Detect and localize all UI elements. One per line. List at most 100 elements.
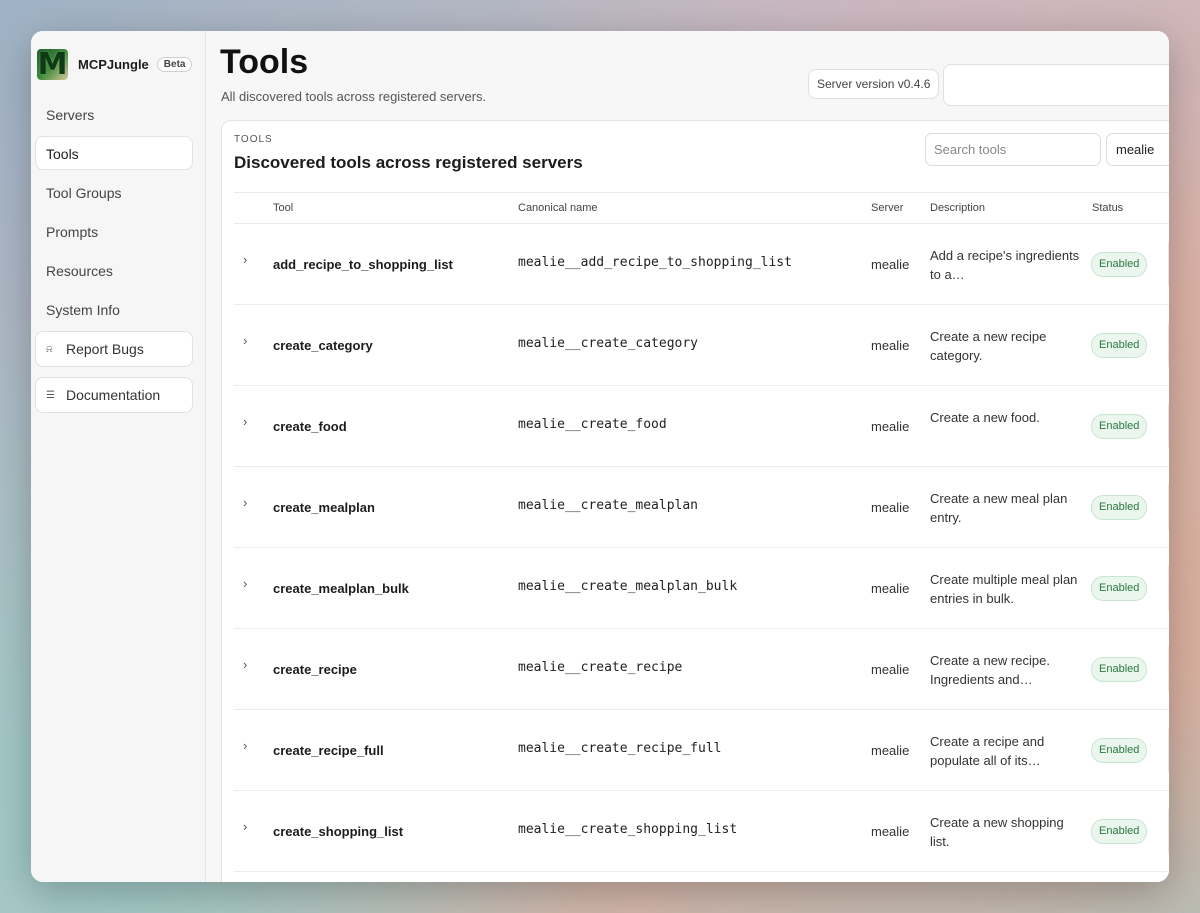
canonical-name: mealie__create_mealplan_bulk: [518, 579, 738, 594]
canonical-name: mealie__create_category: [518, 336, 699, 351]
status-badge: Enabled: [1091, 738, 1148, 763]
canonical-name: mealie__create_recipe: [518, 660, 683, 675]
row-action-button[interactable]: [1168, 724, 1169, 776]
tool-description: Create a new recipe. Ingredients and…: [930, 653, 1050, 687]
sidebar-item-system-info[interactable]: System Info: [35, 292, 193, 326]
page-title: Tools: [220, 43, 309, 81]
row-action-button[interactable]: [1168, 400, 1169, 452]
sidebar: M MCPJungle Beta Servers Tools Tool Groups…: [31, 31, 206, 882]
tool-name: create_food: [273, 419, 347, 434]
sidebar-item-tools[interactable]: Tools: [35, 136, 193, 170]
card-title: Discovered tools across registered serve…: [234, 153, 583, 172]
sidebar-nav: Servers Tools Tool Groups Prompts Resources S…: [35, 97, 193, 326]
column-server[interactable]: Server: [871, 202, 903, 214]
status-badge: Enabled: [1091, 576, 1148, 601]
status-badge: Enabled: [1091, 495, 1148, 520]
tool-name: add_recipe_to_shopping_list: [273, 257, 453, 272]
server-name: mealie: [871, 257, 910, 272]
canonical-name: mealie__create_mealplan: [518, 498, 699, 513]
chevron-right-icon[interactable]: ›: [243, 819, 247, 834]
sidebar-item-servers[interactable]: Servers: [35, 97, 193, 131]
table-row[interactable]: › create_food mealie__create_food mealie Cre…: [234, 386, 1169, 467]
sidebar-item-prompts[interactable]: Prompts: [35, 214, 193, 248]
status-badge: Enabled: [1091, 252, 1148, 277]
server-name: mealie: [871, 743, 910, 758]
main-content: Tools All discovered tools across regist…: [206, 31, 1169, 882]
tool-name: create_shopping_list: [273, 824, 404, 839]
row-action-button[interactable]: [1168, 481, 1169, 533]
sidebar-item-tool-groups[interactable]: Tool Groups: [35, 175, 193, 209]
table-row[interactable]: › create_recipe mealie__create_recipe meali…: [234, 629, 1169, 710]
row-action-button[interactable]: [1168, 805, 1169, 857]
column-tool[interactable]: Tool: [273, 202, 293, 214]
page-subtitle: All discovered tools across registered s…: [221, 89, 487, 104]
tool-description: Create a new food.: [930, 410, 1040, 425]
status-badge: Enabled: [1091, 333, 1148, 358]
search-input[interactable]: [925, 133, 1101, 166]
sidebar-links: ⍾ Report Bugs ☰ Documentation: [35, 331, 193, 413]
column-status[interactable]: Status: [1092, 202, 1123, 214]
canonical-name: mealie__create_recipe_full: [518, 741, 722, 756]
canonical-name: mealie__create_food: [518, 417, 667, 432]
status-badge: Enabled: [1091, 414, 1148, 439]
server-name: mealie: [871, 419, 910, 434]
table-row[interactable]: › create_mealplan mealie__create_mealplan m…: [234, 467, 1169, 548]
chevron-right-icon[interactable]: ›: [243, 333, 247, 348]
table-header: Tool Canonical name Server Description S…: [234, 192, 1169, 224]
beta-badge: Beta: [156, 56, 193, 72]
tool-description: Create a new meal plan entry.: [930, 491, 1068, 525]
status-badge: Enabled: [1091, 657, 1148, 682]
tool-description: Create multiple meal plan entries in bul…: [930, 572, 1078, 606]
sidebar-link-documentation[interactable]: ☰ Documentation: [35, 377, 193, 413]
tool-description: Create a recipe and populate all of its…: [930, 734, 1045, 768]
row-action-button[interactable]: [1168, 319, 1169, 371]
chevron-right-icon[interactable]: ›: [243, 252, 247, 267]
server-version-badge: Server version v0.4.6: [808, 69, 940, 99]
tool-description: Create a new shopping list.: [930, 815, 1064, 849]
logo-icon: M: [37, 48, 68, 80]
server-name: mealie: [871, 338, 910, 353]
tool-description: Add a recipe's ingredients to a…: [930, 248, 1080, 282]
status-badge: Enabled: [1091, 819, 1148, 844]
server-name: mealie: [871, 662, 910, 677]
tool-name: create_mealplan_bulk: [273, 581, 409, 596]
tool-name: create_recipe_full: [273, 743, 384, 758]
server-name: mealie: [871, 581, 910, 596]
server-name: mealie: [871, 824, 910, 839]
table-row[interactable]: › create_shopping_list mealie__create_shop…: [234, 791, 1169, 872]
tool-description: Create a new recipe category.: [930, 329, 1047, 363]
column-description[interactable]: Description: [930, 202, 985, 214]
row-action-button[interactable]: [1168, 238, 1169, 290]
app-name: MCPJungle: [78, 56, 149, 72]
table-row[interactable]: › create_recipe_full mealie__create_recipe…: [234, 710, 1169, 791]
header-input[interactable]: [943, 64, 1169, 106]
canonical-name: mealie__add_recipe_to_shopping_list: [518, 255, 792, 270]
app-window: M MCPJungle Beta Servers Tools Tool Groups…: [31, 31, 1169, 882]
table-row[interactable]: › create_mealplan_bulk mealie__create_meal…: [234, 548, 1169, 629]
tools-card: TOOLS Discovered tools across registered…: [221, 120, 1169, 882]
chevron-right-icon[interactable]: ›: [243, 495, 247, 510]
server-name: mealie: [871, 500, 910, 515]
table-row[interactable]: › create_category mealie__create_category m…: [234, 305, 1169, 386]
document-icon: ☰: [46, 389, 55, 401]
tool-name: create_category: [273, 338, 373, 353]
sidebar-link-label: Documentation: [66, 387, 161, 403]
chevron-right-icon[interactable]: ›: [243, 414, 247, 429]
sidebar-link-report-bugs[interactable]: ⍾ Report Bugs: [35, 331, 193, 367]
tool-name: create_mealplan: [273, 500, 375, 515]
canonical-name: mealie__create_shopping_list: [518, 822, 738, 837]
sidebar-link-label: Report Bugs: [66, 341, 144, 357]
column-canonical-name[interactable]: Canonical name: [518, 202, 598, 214]
tool-name: create_recipe: [273, 662, 357, 677]
bell-icon: ⍾: [46, 343, 53, 355]
server-filter[interactable]: mealie: [1106, 133, 1169, 166]
chevron-right-icon[interactable]: ›: [243, 576, 247, 591]
chevron-right-icon[interactable]: ›: [243, 738, 247, 753]
tools-table-body: › add_recipe_to_shopping_list mealie__add_…: [234, 224, 1169, 872]
chevron-right-icon[interactable]: ›: [243, 657, 247, 672]
table-row[interactable]: › add_recipe_to_shopping_list mealie__add_…: [234, 224, 1169, 305]
row-action-button[interactable]: [1168, 643, 1169, 695]
row-action-button[interactable]: [1168, 562, 1169, 614]
brand[interactable]: M MCPJungle Beta: [37, 47, 193, 81]
sidebar-item-resources[interactable]: Resources: [35, 253, 193, 287]
